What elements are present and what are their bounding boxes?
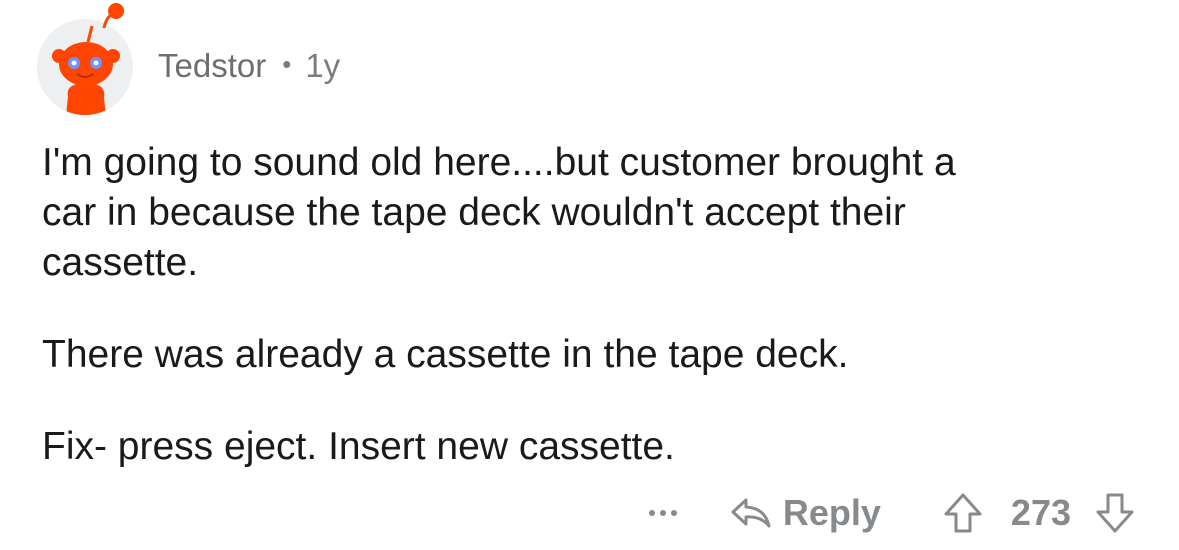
comment-paragraph: Fix- press eject. Insert new cassette.	[42, 425, 675, 468]
snoo-avatar-icon	[37, 19, 133, 115]
reply-arrow-icon	[731, 498, 771, 528]
reply-label: Reply	[782, 492, 881, 533]
comment-paragraph: I'm going to sound old here....but custo…	[42, 141, 956, 284]
comment-actions: Reply 273	[648, 486, 1135, 540]
more-options-button[interactable]	[648, 510, 677, 516]
username[interactable]: Tedstor	[158, 47, 266, 85]
downvote-arrow-icon	[1096, 493, 1134, 533]
upvote-button[interactable]	[943, 492, 983, 534]
comment-paragraph: There was already a cassette in the tape…	[42, 333, 849, 376]
upvote-arrow-icon	[944, 493, 982, 533]
separator-dot: •	[282, 48, 292, 79]
comment-header: Tedstor • 1y	[158, 44, 340, 88]
more-options-icon	[648, 510, 655, 516]
avatar[interactable]	[36, 3, 134, 116]
snoo-antenna-icon	[102, 3, 124, 29]
more-options-dot	[670, 510, 677, 516]
reply-button[interactable]: Reply	[729, 492, 881, 534]
vote-controls: 273	[943, 492, 1135, 534]
comment-age[interactable]: 1y	[305, 47, 340, 85]
more-options-dot	[659, 510, 666, 516]
vote-score: 273	[1010, 492, 1071, 533]
comment-body: I'm going to sound old here....but custo…	[42, 138, 1152, 472]
downvote-button[interactable]	[1095, 492, 1135, 534]
